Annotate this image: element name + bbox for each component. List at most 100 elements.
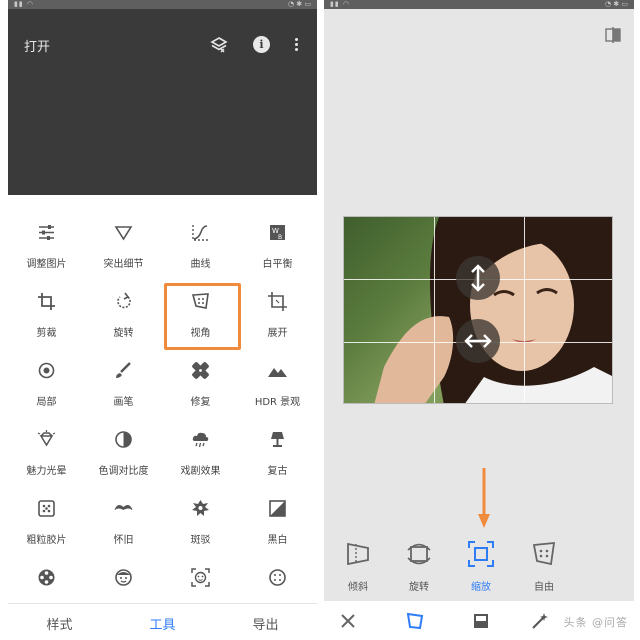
tool-label: 修复 [190,397,211,408]
perspective-editor-screen: ▮▮ ◠ ◔ ✱ ▭ 倾斜 旋转 缩放 自由 头条 @问答 [324,0,634,640]
brush-icon [116,362,131,378]
dots-circle-icon [269,569,286,586]
tool-sliders[interactable]: 调整图片 [8,212,85,281]
tool-rotate[interactable]: 旋转 [85,281,162,350]
tool-curves[interactable]: 曲线 [162,212,239,281]
tool-black-white[interactable]: 黑白 [239,488,316,557]
cloud-drama-icon [192,432,209,448]
tool-crop[interactable]: 剪裁 [8,281,85,350]
perspective-icon [406,612,424,630]
expand-icon [268,292,287,311]
tab-export[interactable]: 导出 [214,614,317,633]
cancel-button[interactable] [337,610,359,632]
compare-icon[interactable] [604,26,622,44]
status-bar: ▮▮ ◠ ◔ ✱ ▭ [8,0,317,9]
mode-scale[interactable]: 缩放 [451,533,511,598]
face-frame-icon [191,568,210,587]
tool-mustache[interactable]: 怀旧 [85,488,162,557]
diamond-glow-icon [37,430,56,447]
tab-styles[interactable]: 样式 [8,614,111,633]
tool-triangle-down[interactable]: 突出细节 [85,212,162,281]
tool-label: 魅力光晕 [26,466,67,477]
signal-icon: ▮▮ ◠ [14,0,35,8]
tool-healing[interactable]: 修复 [162,350,239,419]
tool-label: 怀旧 [113,535,134,546]
tool-label: 色调对比度 [98,466,149,477]
scale-icon [468,541,494,567]
watermark: 头条 @问答 [563,616,628,629]
open-button[interactable]: 打开 [24,36,50,55]
tool-label: 斑驳 [190,535,211,546]
editor-bottom-bar: 头条 @问答 [324,601,634,640]
grunge-icon [192,500,209,516]
status-icons: ◔ ✱ ▭ [287,0,311,8]
sliders-icon [39,225,54,240]
tools-screen: ▮▮ ◠ ◔ ✱ ▭ 打开 i 调整图片 突出细节 曲线 W B 白平衡 剪裁 旋转 视角 展开局… [8,0,317,640]
tool-diamond-glow[interactable]: 魅力光晕 [8,419,85,488]
rotate-frame-icon [407,543,431,565]
pointer-arrow [477,468,491,530]
crop-icon [38,293,55,310]
magic-wand-icon [532,613,548,629]
tool-label: 展开 [267,328,288,339]
white-balance-icon: WB [270,225,285,241]
target-icon [38,362,55,379]
bottom-tab-bar: 样式 工具 导出 [8,603,317,640]
tool-white-balance[interactable]: W B 白平衡 [239,212,316,281]
tool-grain[interactable]: 粗粒胶片 [8,488,85,557]
status-icons: ◔ ✱ ▭ [604,0,628,8]
grain-icon [38,500,55,517]
portrait-photo [374,217,612,403]
info-icon[interactable]: i [253,36,270,53]
tab-tools[interactable]: 工具 [111,614,214,633]
perspective-mode-bar: 倾斜 旋转 缩放 自由 [324,533,634,598]
signal-icon: ▮▮ ◠ [330,0,351,8]
mode-tilt[interactable]: 倾斜 [328,533,388,598]
tool-grunge[interactable]: 斑驳 [162,488,239,557]
healing-icon [192,362,209,379]
black-white-icon [269,500,286,517]
film-reel-icon [38,569,55,586]
lamp-icon [271,432,284,447]
highlight-box [164,283,241,350]
rotate-icon [117,292,131,309]
image-preview-area: 打开 i [8,9,317,195]
tool-label: 粗粒胶片 [26,535,67,546]
tool-lamp[interactable]: 复古 [239,419,316,488]
tool-label: 旋转 [113,328,134,339]
mustache-icon [114,505,133,510]
tool-label: HDR 景观 [254,397,301,408]
triangle-down-icon [114,226,133,241]
auto-fill-button[interactable] [529,610,551,632]
tool-brush[interactable]: 画笔 [85,350,162,419]
svg-text:B: B [278,234,282,241]
tool-label: 白平衡 [262,259,293,270]
perspective-tool-button[interactable] [404,610,426,632]
mode-free[interactable]: 自由 [514,533,574,598]
vertical-scale-handle[interactable] [456,256,500,300]
tool-label: 突出细节 [103,259,144,270]
curves-icon [192,225,208,241]
tool-label: 局部 [36,397,57,408]
horizontal-scale-handle[interactable] [456,319,500,363]
fill-mode-button[interactable] [470,610,492,632]
stacks-icon[interactable] [210,36,228,54]
tool-expand[interactable]: 展开 [239,281,316,350]
tool-label: 戏剧效果 [180,466,221,477]
tonal-contrast-icon [115,431,132,448]
tool-label: 曲线 [190,259,211,270]
more-menu-icon[interactable] [292,36,300,54]
face-icon [115,569,132,586]
tool-label: 黑白 [267,535,288,546]
tool-target[interactable]: 局部 [8,350,85,419]
close-icon [341,614,355,628]
tool-label: 调整图片 [26,259,67,270]
mode-rotate[interactable]: 旋转 [389,533,449,598]
tool-label: 画笔 [113,397,134,408]
tool-mountain[interactable]: HDR 景观 [239,350,316,419]
tool-tonal-contrast[interactable]: 色调对比度 [85,419,162,488]
free-icon [532,541,556,566]
tool-cloud-drama[interactable]: 戏剧效果 [162,419,239,488]
photo-canvas[interactable] [343,216,613,404]
fill-square-icon [474,614,488,628]
